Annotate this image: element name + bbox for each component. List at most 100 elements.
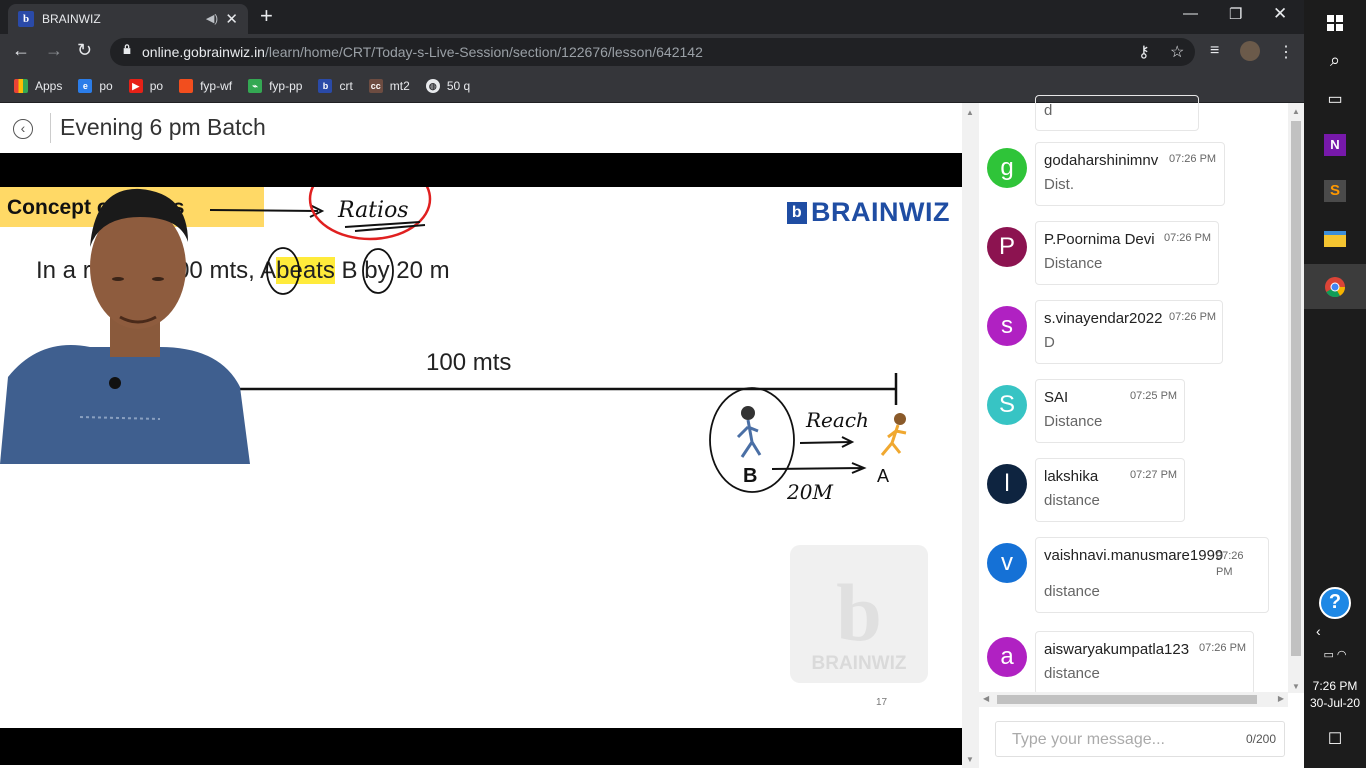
menu-dots-icon[interactable]: ⋮ bbox=[1278, 42, 1294, 62]
reach-arrow bbox=[799, 436, 855, 448]
tab-title: BRAINWIZ bbox=[42, 12, 101, 26]
system-clock[interactable]: 7:26 PM 30-Jul-20 bbox=[1304, 678, 1366, 712]
apps-grid-icon bbox=[14, 79, 28, 93]
scroll-down-arrow-icon[interactable]: ▼ bbox=[966, 755, 974, 764]
bookmark-apps[interactable]: Apps bbox=[14, 79, 62, 93]
scroll-left-arrow-icon[interactable]: ◀ bbox=[983, 694, 989, 703]
back-button[interactable]: ‹ bbox=[13, 119, 33, 139]
scroll-down-arrow-icon[interactable]: ▼ bbox=[1292, 682, 1300, 691]
watermark-logo-icon: b bbox=[836, 567, 882, 658]
runner-a-label: A bbox=[877, 466, 889, 486]
scrollbar-thumb[interactable] bbox=[997, 695, 1257, 704]
left-scrollbar[interactable]: ▲ ▼ bbox=[962, 103, 979, 768]
task-view-icon[interactable]: ▭ bbox=[1304, 76, 1366, 121]
message-time: 07:26 PM bbox=[1199, 642, 1247, 654]
bookmark-star-icon[interactable]: ☆ bbox=[1170, 42, 1184, 62]
divider bbox=[50, 113, 51, 143]
forward-arrow-icon[interactable]: → bbox=[45, 40, 63, 61]
message-bubble: s.vinayendar2022 07:26 PM D bbox=[1035, 300, 1223, 364]
close-tab-icon[interactable]: ✕ bbox=[225, 10, 238, 28]
url-path: /learn/home/CRT/Today-s-Live-Session/sec… bbox=[264, 44, 703, 60]
media-control-icon[interactable]: ≡ bbox=[1210, 42, 1219, 60]
notification-icon[interactable]: ☐ bbox=[1304, 716, 1366, 761]
url-host: online.gobrainwiz.in bbox=[142, 44, 265, 60]
restore-icon[interactable]: ❐ bbox=[1229, 5, 1242, 23]
profile-avatar[interactable] bbox=[1240, 41, 1260, 61]
reach-handwriting: Reach bbox=[805, 408, 869, 432]
onenote-icon[interactable]: N bbox=[1304, 122, 1366, 167]
bookmark-po-youtube[interactable]: ▶ po bbox=[128, 79, 164, 93]
bookmark-label: po bbox=[149, 79, 164, 93]
chat-message: v vaishnavi.manusmare1999 07:26 PM dista… bbox=[986, 537, 1286, 613]
slide: Concept of Races bBRAINWIZ In a race of … bbox=[0, 187, 962, 728]
bookmark-label: po bbox=[99, 79, 113, 93]
edge-icon: e bbox=[78, 79, 93, 93]
key-icon[interactable]: ⚷ bbox=[1138, 42, 1150, 62]
circle-a-annotation bbox=[266, 247, 300, 295]
scrollbar-thumb[interactable] bbox=[1291, 121, 1301, 656]
speaker-icon[interactable]: ◀) bbox=[206, 12, 218, 25]
new-tab-button[interactable]: + bbox=[260, 4, 273, 28]
bookmark-label: fyp-pp bbox=[269, 79, 303, 93]
address-bar[interactable]: online.gobrainwiz.in/learn/home/CRT/Toda… bbox=[110, 38, 1195, 66]
figma-icon bbox=[179, 79, 194, 93]
message-text: distance bbox=[1044, 583, 1100, 600]
sublime-text-icon[interactable]: S bbox=[1304, 168, 1366, 213]
lesson-header: ‹ Evening 6 pm Batch bbox=[0, 103, 962, 153]
message-text: d bbox=[1044, 102, 1053, 119]
chat-message: l lakshika 07:27 PM distance bbox=[986, 458, 1286, 534]
message-bubble: P.Poornima Devi 07:26 PM Distance bbox=[1035, 221, 1219, 285]
bookmark-fyp-pp[interactable]: ⌁ fyp-pp bbox=[248, 79, 302, 93]
message-bubble: godaharshinimnv 07:26 PM Dist. bbox=[1035, 142, 1225, 206]
message-time: 07:26 PM bbox=[1169, 311, 1217, 323]
brainwiz-watermark: b BRAINWIZ bbox=[790, 545, 928, 683]
browser-toolbar: ← → ↻ online.gobrainwiz.in/learn/home/CR… bbox=[0, 34, 1304, 70]
user-avatar: S bbox=[987, 385, 1027, 425]
message-time: 07:27 PM bbox=[1130, 469, 1178, 481]
slide-number: 17 bbox=[876, 697, 888, 708]
message-time: 07:26 PM bbox=[1216, 550, 1244, 578]
chat-message-input[interactable]: Type your message... 0/200 bbox=[995, 721, 1285, 757]
battery-wifi-icon[interactable]: ▭ ◠ bbox=[1304, 632, 1366, 677]
bookmark-po-edge[interactable]: e po bbox=[78, 79, 113, 93]
runner-a-figure bbox=[880, 413, 907, 456]
message-text: Distance bbox=[1044, 413, 1103, 430]
brainwiz-favicon-icon: b bbox=[18, 11, 34, 27]
message-bubble: SAI 07:25 PM Distance bbox=[1035, 379, 1185, 443]
window-close-icon[interactable]: ✕ bbox=[1273, 4, 1287, 24]
scroll-up-arrow-icon[interactable]: ▲ bbox=[1292, 107, 1300, 116]
clock-time: 7:26 PM bbox=[1312, 679, 1358, 693]
page-content: ‹ Evening 6 pm Batch Concept of Races bB… bbox=[0, 95, 1304, 768]
message-bubble: vaishnavi.manusmare1999 07:26 PM distanc… bbox=[1035, 537, 1269, 613]
user-avatar: P bbox=[987, 227, 1027, 267]
scroll-right-arrow-icon[interactable]: ▶ bbox=[1278, 694, 1284, 703]
browser-tab[interactable]: b BRAINWIZ ◀) ✕ bbox=[8, 4, 248, 34]
bookmark-mt2[interactable]: cc mt2 bbox=[368, 79, 410, 93]
bookmark-fyp-wf[interactable]: fyp-wf bbox=[179, 79, 232, 93]
brainwiz-icon: b bbox=[318, 79, 333, 93]
cc-icon: cc bbox=[368, 79, 383, 93]
chat-message: g godaharshinimnv 07:26 PM Dist. bbox=[986, 142, 1286, 218]
chart-icon: ⌁ bbox=[248, 79, 263, 93]
back-arrow-icon[interactable]: ← bbox=[12, 40, 30, 61]
clock-date: 30-Jul-20 bbox=[1309, 696, 1361, 710]
watermark-text: BRAINWIZ bbox=[811, 653, 907, 674]
scroll-up-arrow-icon[interactable]: ▲ bbox=[966, 108, 974, 117]
ratios-handwriting: Ratios bbox=[337, 198, 409, 223]
chrome-icon[interactable] bbox=[1304, 264, 1366, 309]
chat-message: S SAI 07:25 PM Distance bbox=[986, 379, 1286, 455]
message-time: 07:26 PM bbox=[1164, 232, 1212, 244]
runner-b-label: B bbox=[743, 465, 757, 487]
chat-vertical-scrollbar[interactable]: ▲ ▼ bbox=[1288, 103, 1304, 693]
chat-input-placeholder: Type your message... bbox=[1012, 731, 1165, 748]
chat-horizontal-scrollbar[interactable]: ◀ ▶ bbox=[979, 692, 1288, 707]
bookmark-50q[interactable]: ◍ 50 q bbox=[425, 79, 470, 93]
video-player[interactable]: Concept of Races bBRAINWIZ In a race of … bbox=[0, 153, 962, 765]
lock-icon bbox=[123, 44, 131, 54]
message-bubble: lakshika 07:27 PM distance bbox=[1035, 458, 1185, 522]
windows-taskbar: ⌕ ▭ N S ? ‹ ▭ ◠ 7:26 PM 30-Jul-20 ☐ bbox=[1304, 0, 1366, 768]
reload-icon[interactable]: ↻ bbox=[77, 40, 92, 61]
minimize-icon[interactable]: — bbox=[1183, 5, 1198, 22]
file-explorer-icon[interactable] bbox=[1304, 216, 1366, 261]
bookmark-crt[interactable]: b crt bbox=[318, 79, 353, 93]
